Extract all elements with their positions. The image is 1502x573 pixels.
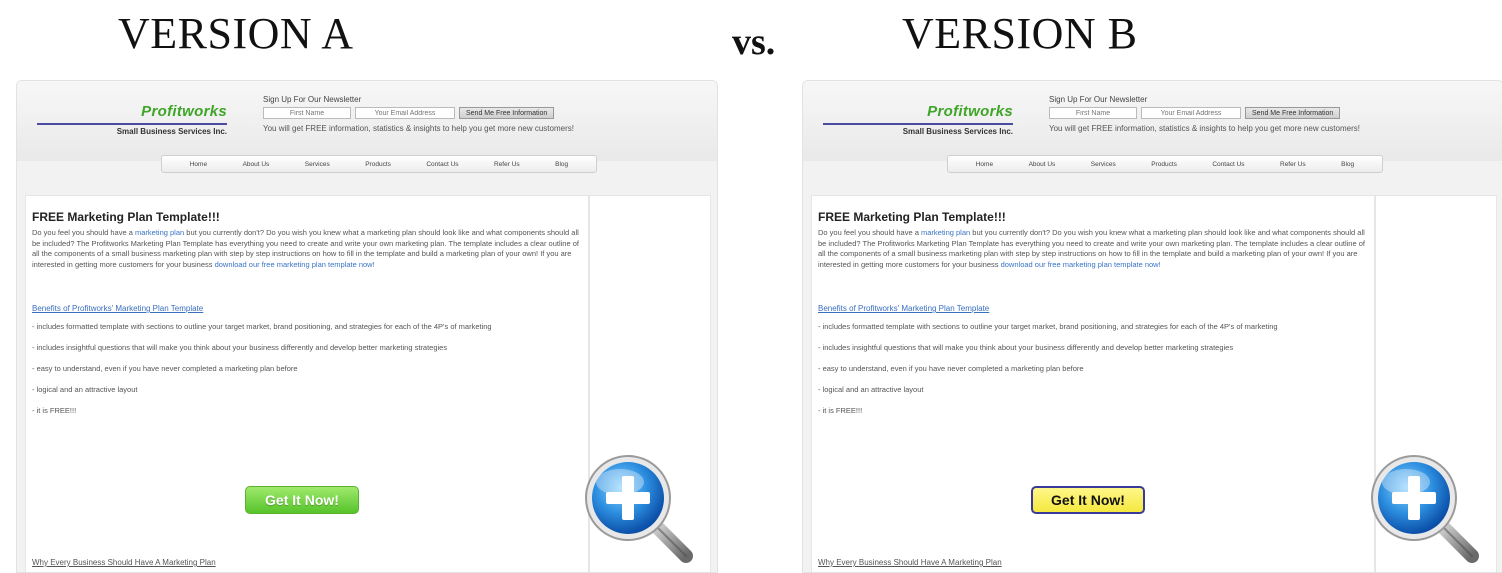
- main-nav: Home About Us Services Products Contact …: [947, 155, 1383, 173]
- logo-underline: [823, 123, 1013, 125]
- nav-home[interactable]: Home: [976, 161, 993, 168]
- main-content: FREE Marketing Plan Template!!! Do you f…: [811, 195, 1375, 572]
- list-item: - easy to understand, even if you have n…: [818, 364, 1084, 373]
- list-item: - it is FREE!!!: [818, 406, 863, 415]
- email-input[interactable]: [1141, 107, 1241, 119]
- page-title: FREE Marketing Plan Template!!!: [32, 210, 220, 224]
- newsletter-signup: Sign Up For Our Newsletter Send Me Free …: [1049, 95, 1489, 133]
- intro-paragraph: Do you feel you should have a marketing …: [32, 228, 582, 270]
- nav-contact-us[interactable]: Contact Us: [426, 161, 458, 168]
- logo-subtitle: Small Business Services Inc.: [902, 127, 1013, 136]
- vs-label: vs.: [732, 21, 776, 63]
- download-template-link[interactable]: download our free marketing plan templat…: [215, 260, 375, 269]
- nav-refer-us[interactable]: Refer Us: [494, 161, 520, 168]
- nav-home[interactable]: Home: [190, 161, 207, 168]
- newsletter-submit-button[interactable]: Send Me Free Information: [1245, 107, 1341, 119]
- newsletter-description: You will get FREE information, statistic…: [263, 124, 574, 133]
- intro-text: Do you feel you should have a: [818, 228, 921, 237]
- nav-blog[interactable]: Blog: [1341, 161, 1354, 168]
- nav-refer-us[interactable]: Refer Us: [1280, 161, 1306, 168]
- site-header: Profitworks Small Business Services Inc.…: [17, 81, 717, 161]
- first-name-input[interactable]: [263, 107, 351, 119]
- nav-about-us[interactable]: About Us: [1029, 161, 1056, 168]
- nav-products[interactable]: Products: [365, 161, 391, 168]
- main-nav: Home About Us Services Products Contact …: [161, 155, 597, 173]
- site-logo[interactable]: Profitworks Small Business Services Inc.: [37, 103, 227, 136]
- magnifier-plus-icon[interactable]: [582, 452, 694, 564]
- list-item: - logical and an attractive layout: [32, 385, 138, 394]
- marketing-plan-link[interactable]: marketing plan: [921, 228, 970, 237]
- version-b-heading: VERSION B: [902, 9, 1138, 58]
- why-heading-link[interactable]: Why Every Business Should Have A Marketi…: [32, 558, 216, 567]
- logo-name: Profitworks: [927, 103, 1013, 120]
- first-name-input[interactable]: [1049, 107, 1137, 119]
- nav-about-us[interactable]: About Us: [243, 161, 270, 168]
- get-it-now-button-green[interactable]: Get It Now!: [245, 486, 359, 514]
- nav-contact-us[interactable]: Contact Us: [1212, 161, 1244, 168]
- nav-blog[interactable]: Blog: [555, 161, 568, 168]
- list-item: - easy to understand, even if you have n…: [32, 364, 298, 373]
- benefits-heading-link[interactable]: Benefits of Profitworks' Marketing Plan …: [818, 304, 1368, 313]
- list-item: - includes insightful questions that wil…: [818, 343, 1234, 352]
- logo-subtitle: Small Business Services Inc.: [116, 127, 227, 136]
- benefits-list: - includes formatted template with secti…: [818, 322, 1368, 416]
- magnifier-plus-icon[interactable]: [1368, 452, 1480, 564]
- list-item: - includes formatted template with secti…: [32, 322, 492, 331]
- email-input[interactable]: [355, 107, 455, 119]
- intro-paragraph: Do you feel you should have a marketing …: [818, 228, 1368, 270]
- logo-name: Profitworks: [141, 103, 227, 120]
- page-title: FREE Marketing Plan Template!!!: [818, 210, 1006, 224]
- list-item: - includes formatted template with secti…: [818, 322, 1278, 331]
- benefits-heading-link[interactable]: Benefits of Profitworks' Marketing Plan …: [32, 304, 582, 313]
- newsletter-title: Sign Up For Our Newsletter: [263, 95, 362, 104]
- newsletter-title: Sign Up For Our Newsletter: [1049, 95, 1148, 104]
- newsletter-signup: Sign Up For Our Newsletter Send Me Free …: [263, 95, 703, 133]
- list-item: - logical and an attractive layout: [818, 385, 924, 394]
- nav-services[interactable]: Services: [1091, 161, 1116, 168]
- newsletter-description: You will get FREE information, statistic…: [1049, 124, 1360, 133]
- why-heading-link[interactable]: Why Every Business Should Have A Marketi…: [818, 558, 1002, 567]
- nav-products[interactable]: Products: [1151, 161, 1177, 168]
- marketing-plan-link[interactable]: marketing plan: [135, 228, 184, 237]
- download-template-link[interactable]: download our free marketing plan templat…: [1001, 260, 1161, 269]
- intro-text: Do you feel you should have a: [32, 228, 135, 237]
- version-a-heading: VERSION A: [118, 9, 354, 58]
- benefits-list: - includes formatted template with secti…: [32, 322, 582, 416]
- site-logo[interactable]: Profitworks Small Business Services Inc.: [823, 103, 1013, 136]
- newsletter-submit-button[interactable]: Send Me Free Information: [459, 107, 555, 119]
- list-item: - it is FREE!!!: [32, 406, 77, 415]
- get-it-now-button-yellow[interactable]: Get It Now!: [1031, 486, 1145, 514]
- list-item: - includes insightful questions that wil…: [32, 343, 448, 352]
- main-content: FREE Marketing Plan Template!!! Do you f…: [25, 195, 589, 572]
- site-header: Profitworks Small Business Services Inc.…: [803, 81, 1502, 161]
- nav-services[interactable]: Services: [305, 161, 330, 168]
- logo-underline: [37, 123, 227, 125]
